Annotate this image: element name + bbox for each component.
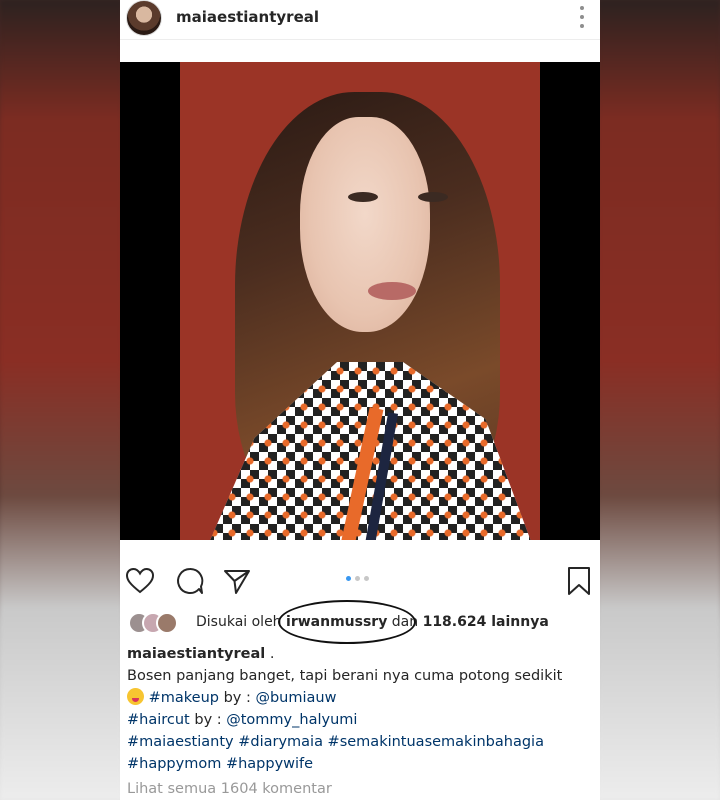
photo-panel bbox=[180, 62, 540, 540]
photo-eye-right bbox=[418, 192, 448, 202]
heart-icon[interactable] bbox=[125, 566, 155, 596]
mention-tommy-halyumi[interactable]: @tommy_halyumi bbox=[226, 712, 357, 728]
hashtag-haircut[interactable]: #haircut bbox=[127, 712, 190, 728]
caption-makeup-by: by : bbox=[218, 690, 256, 706]
backdrop-right bbox=[598, 0, 720, 800]
caption-after-user: . bbox=[265, 646, 275, 662]
more-options-icon[interactable] bbox=[575, 6, 589, 28]
backdrop-left bbox=[0, 0, 122, 800]
carousel-indicator bbox=[346, 576, 369, 581]
bookmark-icon[interactable] bbox=[564, 566, 594, 596]
instagram-post: maiaestiantyreal Disukai oleh irwanmussr… bbox=[120, 0, 600, 800]
hashtag-makeup[interactable]: #makeup bbox=[149, 690, 219, 706]
likes-count[interactable]: 118.624 lainnya bbox=[423, 614, 549, 630]
comment-icon[interactable] bbox=[175, 566, 205, 596]
photo-eye-left bbox=[348, 192, 378, 202]
view-all-comments-link[interactable]: Lihat semua 1604 komentar bbox=[127, 781, 332, 797]
action-bar bbox=[120, 560, 600, 600]
post-caption: maiaestiantyreal . Bosen panjang banget,… bbox=[127, 643, 593, 775]
highlight-ring-annotation bbox=[278, 600, 416, 644]
photo-face bbox=[300, 117, 430, 332]
photo-lips bbox=[368, 282, 416, 300]
winking-tongue-emoji-icon bbox=[127, 688, 144, 705]
likes-row: Disukai oleh irwanmussry dan 118.624 lai… bbox=[128, 600, 598, 644]
caption-hashtags[interactable]: #maiaestianty #diarymaia #semakintuasema… bbox=[127, 731, 593, 753]
post-username[interactable]: maiaestiantyreal bbox=[176, 8, 319, 26]
post-header: maiaestiantyreal bbox=[120, 0, 600, 40]
liker-avatar bbox=[156, 612, 178, 634]
mention-bumiauw[interactable]: @bumiauw bbox=[255, 690, 336, 706]
carousel-dot bbox=[355, 576, 360, 581]
caption-line: Bosen panjang banget, tapi berani nya cu… bbox=[127, 668, 563, 684]
caption-hashtags-2[interactable]: #happymom #happywife bbox=[127, 753, 593, 775]
carousel-dot-active bbox=[346, 576, 351, 581]
caption-username[interactable]: maiaestiantyreal bbox=[127, 646, 265, 662]
liker-avatars[interactable] bbox=[128, 612, 188, 636]
share-icon[interactable] bbox=[222, 566, 252, 596]
carousel-dot bbox=[364, 576, 369, 581]
post-photo[interactable] bbox=[120, 62, 600, 540]
likes-prefix: Disukai oleh bbox=[196, 614, 287, 630]
avatar[interactable] bbox=[126, 0, 162, 36]
caption-haircut-by: by : bbox=[189, 712, 227, 728]
